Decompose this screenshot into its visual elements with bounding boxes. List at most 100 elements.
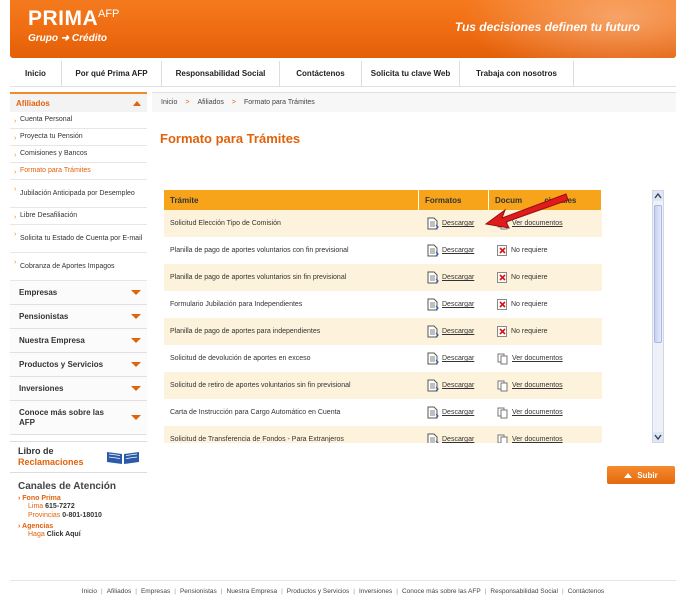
footer-link[interactable]: Responsabilidad Social bbox=[490, 588, 558, 595]
breadcrumb-current: Formato para Trámites bbox=[244, 99, 315, 106]
bullet-icon: › bbox=[14, 169, 17, 176]
breadcrumb-separator: > bbox=[231, 99, 236, 106]
ver-documentos-link[interactable]: Ver documentos bbox=[512, 382, 563, 389]
sidebar-item-estado-cuenta[interactable]: › Solicita tu Estado de Cuenta por E-mail bbox=[10, 225, 147, 253]
ver-documentos-link[interactable]: Ver documentos bbox=[512, 355, 563, 362]
footer-link[interactable]: Contáctenos bbox=[568, 588, 605, 595]
nav-trabaja-con-nosotros[interactable]: Trabaja con nosotros bbox=[460, 60, 574, 87]
col-header-tramite: Trámite bbox=[164, 190, 419, 210]
sidebar-section-inversiones[interactable]: Inversiones bbox=[10, 377, 147, 401]
bullet-icon: › bbox=[14, 118, 17, 125]
libro-reclamaciones-banner[interactable]: Libro de Reclamaciones bbox=[10, 441, 147, 473]
documents-icon bbox=[497, 434, 508, 443]
descargar-link[interactable]: Descargar bbox=[442, 436, 474, 443]
no-requiere-text: No requiere bbox=[511, 328, 548, 335]
footer-link[interactable]: Conoce más sobre las AFP bbox=[402, 588, 481, 595]
descargar-link[interactable]: Descargar bbox=[442, 409, 474, 416]
subir-button[interactable]: Subir bbox=[607, 466, 675, 484]
scroll-up-icon[interactable] bbox=[653, 191, 663, 201]
nav-inicio[interactable]: Inicio bbox=[10, 60, 62, 87]
sidebar-item-comisiones[interactable]: › Comisiones y Bancos bbox=[10, 146, 147, 163]
descargar-link[interactable]: Descargar bbox=[442, 382, 474, 389]
sidebar-section-nuestra-empresa[interactable]: Nuestra Empresa bbox=[10, 329, 147, 353]
footer-link[interactable]: Productos y Servicios bbox=[287, 588, 350, 595]
sidebar-item-label: Libre Desafiliación bbox=[20, 212, 78, 219]
footer-link[interactable]: Pensionistas bbox=[180, 588, 217, 595]
descargar-link[interactable]: Descargar bbox=[442, 355, 474, 362]
subir-label: Subir bbox=[637, 470, 658, 480]
nav-solicita-clave[interactable]: Solicita tu clave Web bbox=[362, 60, 460, 87]
descargar-link[interactable]: Descargar bbox=[442, 301, 474, 308]
formato-cell: Descargar bbox=[419, 318, 489, 345]
sidebar-item-proyecta-pension[interactable]: › Proyecta tu Pensión bbox=[10, 129, 147, 146]
scroll-down-icon[interactable] bbox=[653, 432, 663, 442]
download-document-icon bbox=[427, 352, 439, 365]
canales-atencion: Canales de Atención › Fono Prima Lima 61… bbox=[10, 481, 147, 539]
footer-link[interactable]: Inicio bbox=[82, 588, 97, 595]
download-document-icon bbox=[427, 379, 439, 392]
sidebar-section-empresas[interactable]: Empresas bbox=[10, 281, 147, 305]
footer-link[interactable]: Afiliados bbox=[107, 588, 132, 595]
col-header-formatos: Formatos bbox=[419, 190, 489, 210]
breadcrumb-afiliados[interactable]: Afiliados bbox=[197, 99, 223, 106]
nav-contactenos[interactable]: Contáctenos bbox=[280, 60, 362, 87]
footer-separator: | bbox=[396, 588, 398, 595]
descargar-link[interactable]: Descargar bbox=[442, 328, 474, 335]
ver-documentos-link[interactable]: Ver documentos bbox=[512, 409, 563, 416]
nav-responsabilidad-social[interactable]: Responsabilidad Social bbox=[162, 60, 280, 87]
libro-label: Libro de bbox=[18, 446, 54, 456]
arrow-up-icon bbox=[624, 472, 633, 478]
ver-documentos-link[interactable]: Ver documentos bbox=[512, 436, 563, 443]
footer-separator: | bbox=[561, 588, 564, 595]
sidebar-item-label: Jubilación Anticipada por Desempleo bbox=[20, 189, 135, 197]
sidebar-item-label: Proyecta tu Pensión bbox=[20, 133, 83, 140]
adicional-cell: No requiere bbox=[489, 291, 602, 318]
sidebar-item-cuenta-personal[interactable]: › Cuenta Personal bbox=[10, 112, 147, 129]
download-document-icon bbox=[427, 271, 439, 284]
breadcrumb-inicio[interactable]: Inicio bbox=[161, 99, 177, 106]
tramite-cell: Solicitud de retiro de aportes voluntari… bbox=[170, 382, 351, 389]
sidebar-section-label: Pensionistas bbox=[19, 312, 69, 321]
bullet-icon: › bbox=[14, 135, 17, 142]
formato-cell: Descargar bbox=[419, 264, 489, 291]
table-scrollbar[interactable] bbox=[652, 190, 664, 443]
agencias-line: Haga Click Aquí bbox=[28, 531, 81, 538]
nav-por-que-prima[interactable]: Por qué Prima AFP bbox=[62, 60, 162, 87]
scroll-thumb[interactable] bbox=[654, 205, 662, 343]
download-document-icon bbox=[427, 325, 439, 338]
descargar-link[interactable]: Descargar bbox=[442, 247, 474, 254]
click-aqui-link[interactable]: Click Aquí bbox=[47, 531, 81, 538]
not-required-icon bbox=[497, 299, 507, 310]
no-requiere-text: No requiere bbox=[511, 247, 548, 254]
footer-separator: | bbox=[174, 588, 176, 595]
sidebar-item-jubilacion-anticipada[interactable]: › Jubilación Anticipada por Desempleo bbox=[10, 180, 147, 208]
formato-cell: Descargar bbox=[419, 372, 489, 399]
descargar-link[interactable]: Descargar bbox=[442, 220, 474, 227]
footer-link[interactable]: Empresas bbox=[141, 588, 170, 595]
tramite-cell: Formulario Jubilación para Independiente… bbox=[170, 301, 303, 308]
footer-link[interactable]: Inversiones bbox=[359, 588, 392, 595]
breadcrumb-separator: > bbox=[185, 99, 190, 106]
not-required-icon bbox=[497, 326, 507, 337]
footer-separator: | bbox=[281, 588, 283, 595]
descargar-link[interactable]: Descargar bbox=[442, 274, 474, 281]
prima-logo[interactable]: PRIMA bbox=[28, 7, 98, 31]
footer-link[interactable]: Nuestra Empresa bbox=[227, 588, 278, 595]
red-arrow-annotation bbox=[484, 193, 569, 229]
sidebar-section-productos[interactable]: Productos y Servicios bbox=[10, 353, 147, 377]
adicional-cell: Ver documentos bbox=[489, 372, 602, 399]
bullet-icon: › bbox=[14, 152, 17, 159]
sidebar-section-afiliados[interactable]: Afiliados bbox=[10, 92, 147, 112]
sidebar-item-label: Cobranza de Aportes Impagos bbox=[20, 262, 115, 270]
table-row: Carta de Instrucción para Cargo Automáti… bbox=[164, 399, 602, 426]
not-required-icon bbox=[497, 272, 507, 283]
download-document-icon bbox=[427, 217, 439, 230]
sidebar-section-label: Conoce más sobre las AFP bbox=[19, 407, 104, 427]
documents-icon bbox=[497, 353, 508, 365]
sidebar-item-libre-desafiliacion[interactable]: › Libre Desafiliación bbox=[10, 208, 147, 225]
page-title: Formato para Trámites bbox=[160, 131, 301, 146]
sidebar-item-formato-tramites[interactable]: › Formato para Trámites bbox=[10, 163, 147, 180]
sidebar-section-pensionistas[interactable]: Pensionistas bbox=[10, 305, 147, 329]
sidebar-section-conoce-afp[interactable]: Conoce más sobre las AFP bbox=[10, 401, 147, 435]
sidebar-item-cobranza-aportes[interactable]: › Cobranza de Aportes Impagos bbox=[10, 253, 147, 281]
